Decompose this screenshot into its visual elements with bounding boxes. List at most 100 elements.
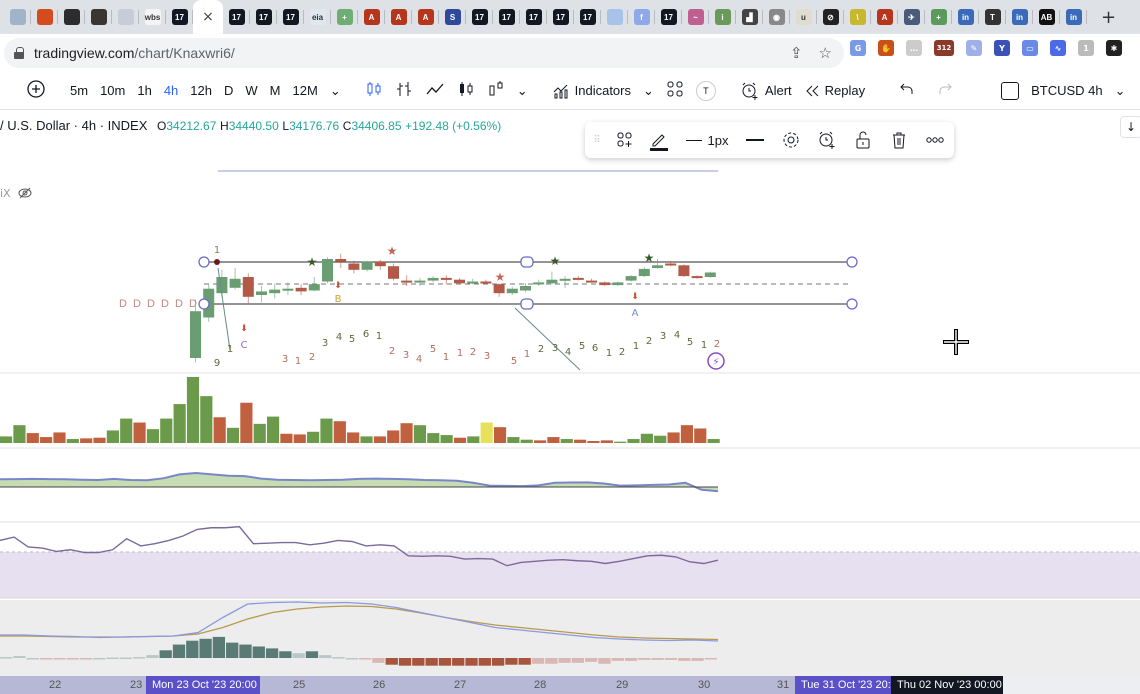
browser-tab[interactable]: ◉ [763,0,790,34]
browser-tab[interactable]: in [1006,0,1033,34]
chart-canvas[interactable]: D D D D D D★★★★ ★1BCA⬇⬇⬇913 1 234 5 6 12 3 451 1 2 3 51 2 3… [0,160,1140,676]
browser-tab[interactable]: 17 [547,0,574,34]
delete-drawing-button[interactable] [881,122,917,158]
browser-tab[interactable]: \ [844,0,871,34]
layout-name-button[interactable]: BTCUSD 4h [1025,83,1109,98]
browser-tab[interactable]: u [790,0,817,34]
browser-tab[interactable]: in [952,0,979,34]
indicators-dropdown-chevron-icon[interactable]: ⌄ [637,83,660,99]
drawing-alert-button[interactable] [809,122,845,158]
line-style-button[interactable] [737,122,773,158]
browser-tab[interactable]: ▟ [736,0,763,34]
browser-tab[interactable]: 17 [574,0,601,34]
browser-tab[interactable]: 17 [223,0,250,34]
add-symbol-button[interactable] [20,79,52,102]
chart-type-bars-icon[interactable] [389,80,419,101]
time-axis[interactable]: 43313029282726252322 Mon 23 Oct '23 20:0… [0,676,1140,694]
browser-tab[interactable]: in [1060,0,1087,34]
browser-tab[interactable]: A [385,0,412,34]
chart-type-candles-icon[interactable] [359,80,389,101]
puzzle-ext-icon[interactable]: ✱ [1106,40,1122,56]
interval-D[interactable]: D [218,83,239,98]
acrobat-icon: A [876,9,893,25]
browser-tab[interactable]: × [193,0,223,34]
browser-tab[interactable]: 17 [250,0,277,34]
browser-tab[interactable]: eia [304,0,331,34]
interval-M[interactable]: M [264,83,287,98]
alert-button[interactable]: Alert [734,81,798,101]
browser-tab[interactable]: A [358,0,385,34]
browser-tab[interactable]: T [979,0,1006,34]
browser-tab[interactable] [601,0,628,34]
chart-type-line-icon[interactable] [419,80,451,101]
browser-tab[interactable]: + [925,0,952,34]
browser-tab[interactable]: 17 [655,0,682,34]
badge-ext-icon[interactable]: 312 [934,40,954,56]
browser-tab[interactable]: ~ [682,0,709,34]
browser-tab[interactable]: S [439,0,466,34]
close-tab-icon[interactable]: × [202,9,214,25]
bookmark-star-icon[interactable]: ☆ [819,44,832,62]
adblock-ext-icon[interactable]: ✋ [878,40,894,56]
interval-4h[interactable]: 4h [158,83,184,98]
layout-dropdown-chevron-icon[interactable]: ⌄ [1109,83,1132,99]
browser-tab[interactable]: ⊘ [817,0,844,34]
replay-button[interactable]: Replay [798,83,871,98]
profile-ext-icon[interactable]: 1 [1078,40,1094,56]
pencil-icon [650,134,668,151]
redo-button[interactable] [931,82,959,99]
templates-button[interactable]: T [690,80,722,101]
chart-type-dropdown-chevron-icon[interactable]: ⌄ [511,83,534,99]
interval-5m[interactable]: 5m [64,83,94,98]
symbol-description[interactable]: / U.S. Dollar · 4h · INDEX [0,118,147,133]
feather-ext-icon[interactable]: ✎ [966,40,982,56]
undo-button[interactable] [893,82,921,99]
translate-ext-icon[interactable]: G [850,40,866,56]
lock-drawing-button[interactable] [845,122,881,158]
browser-tab[interactable] [85,0,112,34]
browser-tab[interactable]: A [412,0,439,34]
browser-tab[interactable]: 17 [277,0,304,34]
chart-type-hollow-candles-icon[interactable] [451,80,481,101]
chat-ext-icon[interactable]: … [906,40,922,56]
interval-12M[interactable]: 12M [287,83,324,98]
chart-type-heikin-icon[interactable] [481,80,511,101]
line-color-button[interactable] [641,122,677,158]
url-input[interactable]: tradingview.com /chart/Knaxwri6/ ⇪ ☆ [4,38,844,68]
more-options-button[interactable] [917,122,953,158]
drag-handle-icon[interactable]: ⠿ [585,122,609,158]
browser-tab[interactable]: AB [1033,0,1060,34]
object-tree-button[interactable] [609,122,641,158]
interval-10m[interactable]: 10m [94,83,131,98]
line-width-button[interactable]: 1px [677,122,737,158]
browser-tab[interactable]: + [331,0,358,34]
layout-grid-icon[interactable] [660,80,690,101]
interval-1h[interactable]: 1h [131,83,157,98]
interval-dropdown-chevron-icon[interactable]: ⌄ [324,83,347,99]
browser-tab[interactable]: ✈ [898,0,925,34]
browser-tab[interactable]: A [871,0,898,34]
scroll-to-latest-button[interactable]: ↓ [1120,116,1140,138]
browser-tab[interactable] [112,0,139,34]
browser-tab[interactable]: wbs [139,0,166,34]
browser-tab[interactable]: 17 [520,0,547,34]
browser-tab[interactable]: 17 [493,0,520,34]
interval-12h[interactable]: 12h [184,83,218,98]
browser-tab[interactable]: 17 [166,0,193,34]
browser-tab[interactable]: 17 [466,0,493,34]
browser-tab[interactable]: i [709,0,736,34]
indicators-button[interactable]: Indicators [546,82,637,100]
browser-tab[interactable] [58,0,85,34]
browser-tab[interactable] [4,0,31,34]
browser-tab[interactable]: f [628,0,655,34]
volume-bar [253,423,266,443]
drawing-settings-button[interactable] [773,122,809,158]
interval-W[interactable]: W [239,83,263,98]
filter-ext-icon[interactable]: Y [994,40,1010,56]
window-ext-icon[interactable]: ▭ [1022,40,1038,56]
wave-ext-icon[interactable]: ∿ [1050,40,1066,56]
new-tab-button[interactable]: + [1101,7,1116,28]
share-icon[interactable]: ⇪ [790,44,803,62]
layout-save-checkbox[interactable] [995,81,1025,100]
browser-tab[interactable] [31,0,58,34]
